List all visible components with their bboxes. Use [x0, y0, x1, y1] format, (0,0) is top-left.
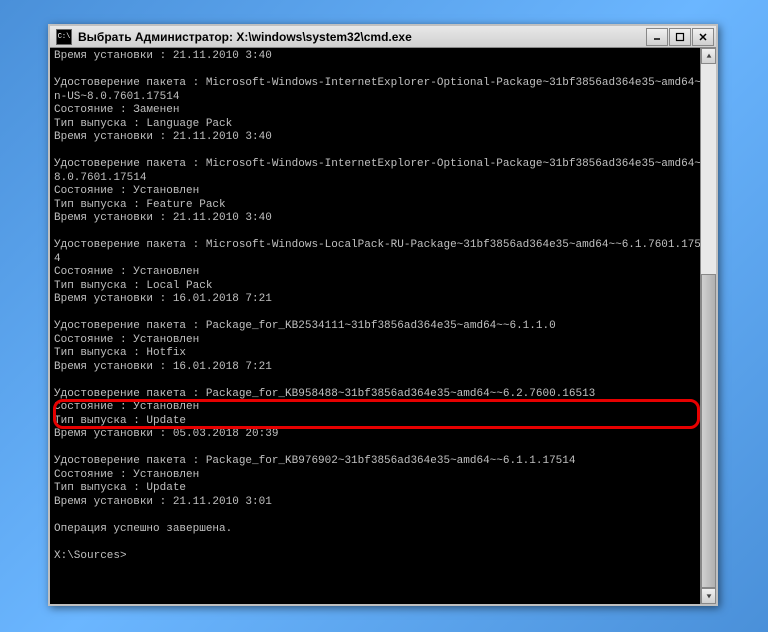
terminal-line: Тип выпуска : Language Pack: [54, 118, 712, 132]
cmd-icon: C:\: [56, 29, 72, 45]
scroll-down-button[interactable]: [701, 588, 716, 604]
terminal-line: Удостоверение пакета : Microsoft-Windows…: [54, 239, 712, 266]
scrollbar: [700, 48, 716, 604]
terminal-line: Время установки : 21.11.2010 3:40: [54, 50, 712, 64]
terminal-line: [54, 374, 712, 388]
terminal-line: Удостоверение пакета : Package_for_KB253…: [54, 320, 712, 334]
terminal-line: X:\Sources>: [54, 550, 712, 564]
terminal-line: Время установки : 16.01.2018 7:21: [54, 293, 712, 307]
terminal-line: Состояние : Установлен: [54, 469, 712, 483]
window-title: Выбрать Администратор: X:\windows\system…: [76, 30, 646, 44]
terminal-line: [54, 64, 712, 78]
terminal-line: Состояние : Установлен: [54, 401, 712, 415]
scroll-up-button[interactable]: [701, 48, 716, 64]
terminal-line: Удостоверение пакета : Microsoft-Windows…: [54, 77, 712, 104]
terminal-line: Тип выпуска : Feature Pack: [54, 199, 712, 213]
minimize-button[interactable]: [646, 28, 668, 46]
terminal-output[interactable]: Время установки : 21.11.2010 3:40 Удостов…: [50, 48, 716, 565]
terminal-line: Состояние : Установлен: [54, 334, 712, 348]
terminal-line: [54, 226, 712, 240]
terminal-line: [54, 442, 712, 456]
cmd-window: C:\ Выбрать Администратор: X:\windows\sy…: [48, 24, 718, 606]
terminal-line: Удостоверение пакета : Package_for_KB976…: [54, 455, 712, 469]
terminal-line: Операция успешно завершена.: [54, 523, 712, 537]
terminal-line: [54, 307, 712, 321]
terminal-line: Удостоверение пакета : Package_for_KB958…: [54, 388, 712, 402]
titlebar[interactable]: C:\ Выбрать Администратор: X:\windows\sy…: [50, 26, 716, 48]
terminal-line: Время установки : 05.03.2018 20:39: [54, 428, 712, 442]
terminal-line: Удостоверение пакета : Microsoft-Windows…: [54, 158, 712, 185]
terminal-line: Время установки : 16.01.2018 7:21: [54, 361, 712, 375]
terminal-line: Тип выпуска : Update: [54, 482, 712, 496]
scroll-track[interactable]: [701, 64, 716, 588]
terminal-line: Время установки : 21.11.2010 3:40: [54, 131, 712, 145]
terminal-line: Время установки : 21.11.2010 3:40: [54, 212, 712, 226]
terminal-line: [54, 509, 712, 523]
scroll-thumb[interactable]: [701, 274, 716, 588]
close-button[interactable]: [692, 28, 714, 46]
terminal-line: [54, 536, 712, 550]
terminal-line: Время установки : 21.11.2010 3:01: [54, 496, 712, 510]
terminal-line: Тип выпуска : Update: [54, 415, 712, 429]
maximize-button[interactable]: [669, 28, 691, 46]
terminal-line: [54, 145, 712, 159]
terminal-line: Состояние : Заменен: [54, 104, 712, 118]
terminal-line: Состояние : Установлен: [54, 266, 712, 280]
window-controls: [646, 28, 714, 46]
terminal-body: Время установки : 21.11.2010 3:40 Удостов…: [50, 48, 716, 604]
terminal-line: Тип выпуска : Local Pack: [54, 280, 712, 294]
terminal-line: Тип выпуска : Hotfix: [54, 347, 712, 361]
terminal-line: Состояние : Установлен: [54, 185, 712, 199]
